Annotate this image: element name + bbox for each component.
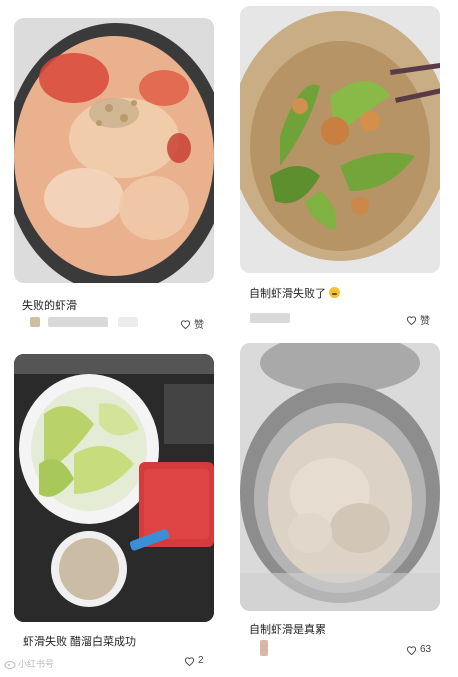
avatar[interactable] [260,640,268,656]
like-label: 赞 [194,320,204,331]
card-title[interactable]: 自制虾滑是真累 [249,621,326,637]
card-image[interactable] [14,18,214,283]
watermark-text: 小红书号 [18,659,55,669]
heart-outline-icon [180,319,191,329]
soup-bowl-image [14,18,214,283]
watermark: 小红书号 [4,657,54,670]
like-label: 赞 [420,316,430,327]
card-image[interactable] [240,6,440,273]
like-button[interactable]: 赞 [406,312,430,327]
like-count: 63 [420,644,432,655]
author-name-blurred [250,313,290,323]
grin-emoji-icon [329,287,341,298]
heart-outline-icon [406,645,417,655]
author-row[interactable]: 赞 [240,313,440,327]
heart-outline-icon [184,656,195,666]
card-title-text: 自制虾滑失败了 [249,288,326,300]
card-title[interactable]: 失败的虾滑 [22,297,77,313]
like-button[interactable]: 赞 [180,316,204,331]
card-title[interactable]: 虾滑失败 醋溜白菜成功 [23,633,136,649]
card-image[interactable] [240,343,440,611]
like-button[interactable]: 2 [184,655,204,666]
author-row[interactable]: 赞 [14,317,214,331]
avatar[interactable] [30,317,40,327]
author-name-blurred [48,317,108,327]
like-button[interactable]: 63 [406,644,431,655]
pepper-bowl-image [240,6,440,273]
author-name-blurred [118,317,138,327]
card-title[interactable]: 自制虾滑失败了 [249,285,341,301]
heart-outline-icon [406,315,417,325]
weibo-icon [4,660,16,669]
author-row[interactable]: 63 [240,640,440,657]
shrimp-paste-bowl-image [240,343,440,611]
cabbage-plate-image [14,354,214,622]
card-image[interactable] [14,354,214,622]
like-count: 2 [198,655,204,666]
